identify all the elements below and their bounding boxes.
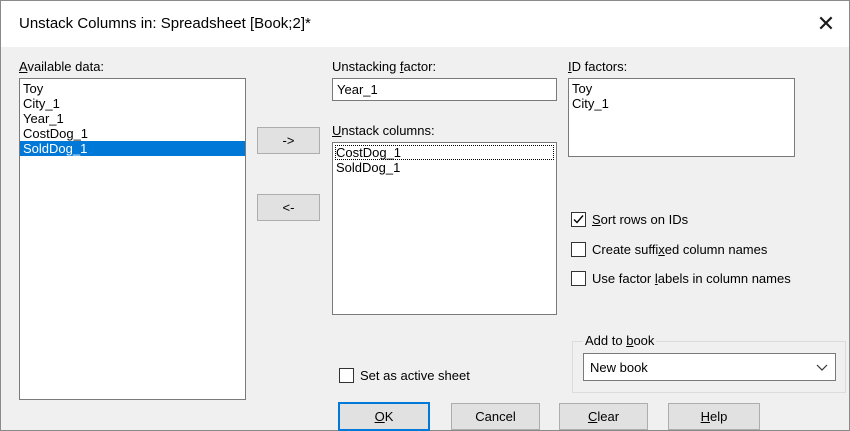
remove-column-button[interactable]: <-: [257, 194, 320, 221]
sort-rows-label: Sort rows on IDs: [592, 212, 689, 227]
suffixed-names-label: Create suffixed column names: [592, 242, 768, 257]
unstacking-factor-field[interactable]: Year_1: [332, 78, 557, 101]
unstack-columns-list[interactable]: CostDog_1 SoldDog_1: [332, 142, 557, 315]
list-item[interactable]: City_1: [569, 96, 794, 111]
close-button[interactable]: ✕: [809, 7, 843, 41]
list-item[interactable]: Year_1: [20, 111, 245, 126]
add-to-book-select[interactable]: New book: [583, 353, 836, 381]
ok-label: OK: [374, 409, 394, 424]
sort-rows-box[interactable]: [571, 212, 586, 227]
active-sheet-checkbox[interactable]: Set as active sheet: [339, 368, 470, 383]
chevron-down-icon: [816, 364, 828, 371]
factor-labels-checkbox[interactable]: Use factor labels in column names: [571, 271, 791, 286]
unstacking-factor-label: Unstacking factor:: [332, 59, 437, 74]
dialog-title: Unstack Columns in: Spreadsheet [Book;2]…: [19, 15, 311, 32]
sort-rows-checkbox[interactable]: Sort rows on IDs: [571, 212, 688, 227]
list-item[interactable]: CostDog_1: [20, 126, 245, 141]
active-sheet-label: Set as active sheet: [360, 368, 470, 383]
suffixed-names-checkbox[interactable]: Create suffixed column names: [571, 242, 767, 257]
available-data-list[interactable]: Toy City_1 Year_1 CostDog_1 SoldDog_1: [19, 78, 246, 400]
list-item[interactable]: SoldDog_1: [20, 141, 245, 156]
help-label: Help: [700, 409, 728, 424]
ok-button[interactable]: OK: [338, 402, 430, 431]
list-item[interactable]: Toy: [569, 81, 794, 96]
help-button[interactable]: Help: [668, 403, 760, 430]
id-factors-list[interactable]: Toy City_1: [568, 78, 795, 157]
add-to-book-value: New book: [590, 359, 648, 375]
list-item[interactable]: CostDog_1: [335, 145, 554, 160]
suffixed-names-box[interactable]: [571, 242, 586, 257]
cancel-button[interactable]: Cancel: [451, 403, 540, 430]
close-icon: ✕: [816, 11, 836, 36]
title-bar: Unstack Columns in: Spreadsheet [Book;2]…: [1, 1, 849, 47]
factor-labels-label: Use factor labels in column names: [592, 271, 791, 286]
id-factors-label: ID factors:: [568, 59, 628, 74]
clear-button[interactable]: Clear: [559, 403, 648, 430]
unstack-columns-label: Unstack columns:: [332, 123, 435, 138]
available-data-label: Available data:: [19, 59, 105, 74]
factor-labels-box[interactable]: [571, 271, 586, 286]
unstack-columns-dialog: Unstack Columns in: Spreadsheet [Book;2]…: [0, 0, 850, 431]
add-to-book-legend: Add to book: [583, 333, 657, 348]
list-item[interactable]: SoldDog_1: [333, 160, 556, 175]
checkmark-icon: [573, 215, 584, 224]
list-item[interactable]: City_1: [20, 96, 245, 111]
list-item[interactable]: Toy: [20, 81, 245, 96]
add-column-button[interactable]: ->: [257, 127, 320, 154]
active-sheet-box[interactable]: [339, 368, 354, 383]
clear-label: Clear: [587, 409, 620, 424]
